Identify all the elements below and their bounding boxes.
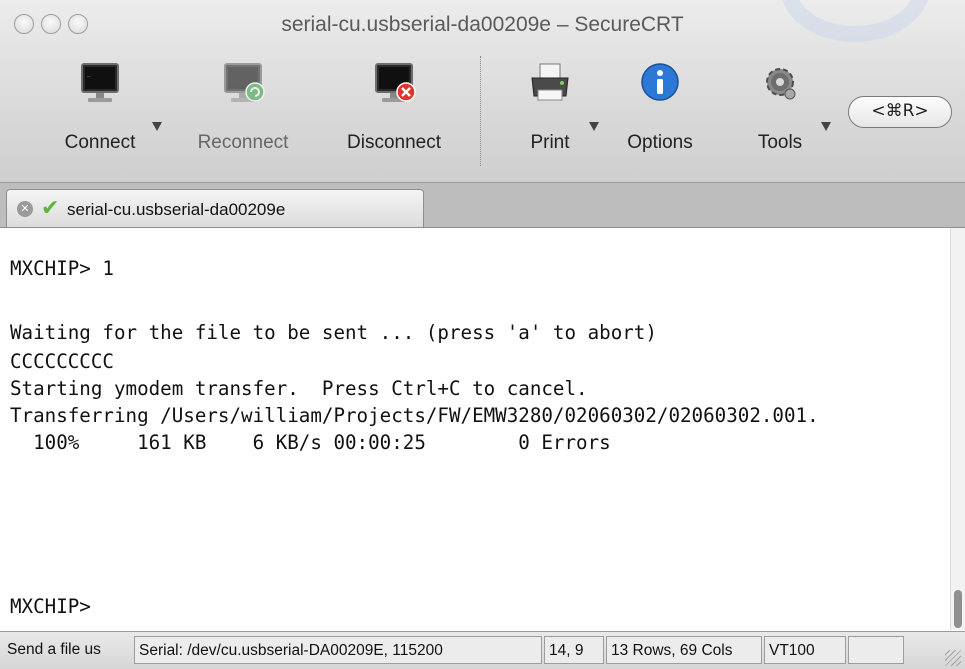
print-dropdown-arrow[interactable]: [589, 122, 599, 131]
status-cursor-position: 14, 9: [544, 636, 604, 664]
terminal-line: Waiting for the file to be sent ... (pre…: [10, 321, 657, 344]
reconnect-icon: [224, 63, 265, 102]
terminal-prompt: MXCHIP>: [10, 595, 91, 618]
printer-icon: [531, 63, 569, 101]
reconnect-label: Reconnect: [197, 132, 289, 153]
tab-close-icon[interactable]: ✕: [17, 201, 33, 217]
status-connection: Serial: /dev/cu.usbserial-DA00209E, 1152…: [134, 636, 542, 664]
tools-button[interactable]: Tools: [740, 56, 831, 166]
terminal-line: MXCHIP> 1: [10, 257, 114, 280]
scrollbar-thumb[interactable]: [954, 590, 962, 628]
disconnect-label: Disconnect: [347, 132, 441, 153]
terminal-line: Transferring /Users/william/Projects/FW/…: [10, 404, 819, 427]
connect-label: Connect: [64, 132, 136, 153]
connect-dropdown-arrow[interactable]: [152, 122, 162, 131]
shortcut-badge[interactable]: <⌘R>: [848, 96, 952, 128]
options-button[interactable]: Options: [610, 56, 710, 166]
session-tab[interactable]: ✕ ✔ serial-cu.usbserial-da00209e: [6, 189, 424, 227]
session-tab-bar: ✕ ✔ serial-cu.usbserial-da00209e: [0, 183, 965, 228]
terminal-line: CCCCCCCCC: [10, 350, 114, 373]
terminal-scrollbar[interactable]: [950, 228, 965, 630]
status-terminal-size: 13 Rows, 69 Cols: [606, 636, 762, 664]
tools-label: Tools: [757, 132, 803, 153]
reconnect-button[interactable]: Reconnect: [183, 56, 303, 166]
status-emulation: VT100: [764, 636, 846, 664]
window-title: serial-cu.usbserial-da00209e – SecureCRT: [281, 13, 684, 36]
monitor-icon: _: [81, 63, 119, 102]
securecrt-window: serial-cu.usbserial-da00209e – SecureCRT…: [0, 0, 965, 669]
session-tab-label: serial-cu.usbserial-da00209e: [67, 200, 286, 219]
status-extra: [848, 636, 904, 664]
terminal-line: 100% 161 KB 6 KB/s 00:00:25 0 Errors: [10, 431, 611, 454]
terminal-output[interactable]: MXCHIP> 1 Waiting for the file to be sen…: [0, 228, 950, 630]
connect-button[interactable]: _ Connect: [40, 56, 162, 166]
checkmark-icon: ✔: [41, 196, 60, 221]
toolbar: _ Connect Reconnect Disconnect Print Opt…: [0, 56, 965, 166]
svg-text:_: _: [87, 70, 91, 77]
terminal-line: Starting ymodem transfer. Press Ctrl+C t…: [10, 377, 588, 400]
options-label: Options: [627, 132, 693, 153]
info-icon: [641, 63, 679, 101]
print-button[interactable]: Print: [505, 56, 599, 166]
disconnect-button[interactable]: Disconnect: [330, 56, 458, 166]
toolbar-separator: [480, 56, 481, 166]
status-bar: Send a file us Serial: /dev/cu.usbserial…: [0, 631, 965, 669]
tools-dropdown-arrow[interactable]: [821, 122, 831, 131]
title-toolbar-area: serial-cu.usbserial-da00209e – SecureCRT…: [0, 0, 965, 183]
gear-icon: [766, 68, 796, 100]
print-label: Print: [530, 132, 570, 153]
resize-grip-icon[interactable]: [945, 650, 961, 666]
disconnect-icon: [375, 63, 416, 102]
status-message: Send a file us: [7, 641, 101, 658]
